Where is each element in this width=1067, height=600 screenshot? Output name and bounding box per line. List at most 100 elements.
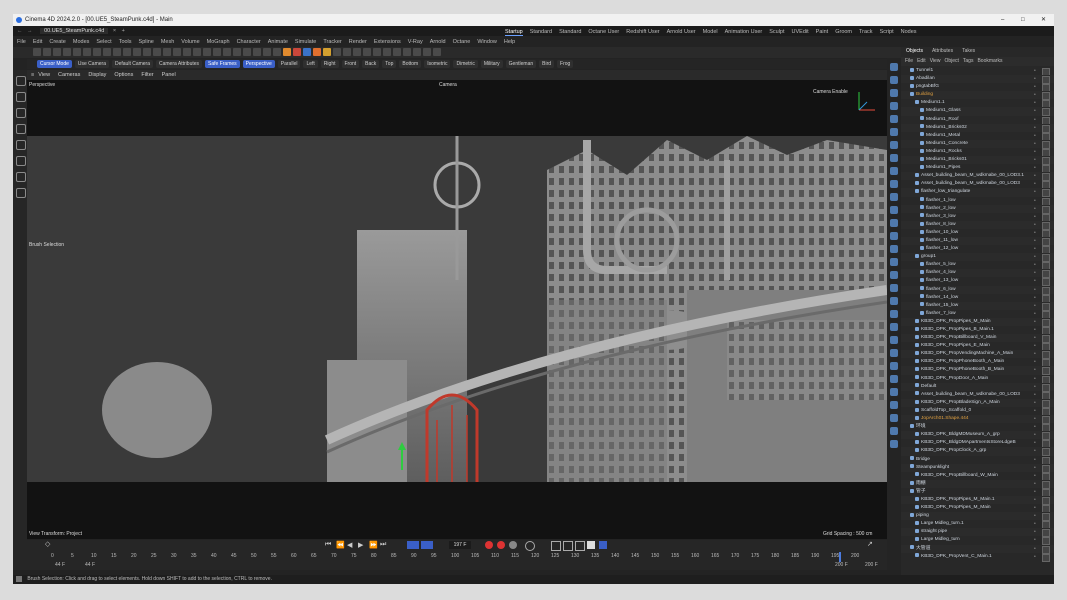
visibility-icon[interactable]: • xyxy=(1034,100,1040,106)
layout-tab[interactable]: Standard xyxy=(559,29,581,35)
next-key-icon[interactable]: ⏩ xyxy=(369,541,378,549)
mode-button[interactable]: Dimetric xyxy=(453,60,478,68)
menu-item[interactable]: Octane xyxy=(453,39,471,45)
camera-label[interactable]: Camera xyxy=(439,82,457,88)
panel-menu-item[interactable]: Tags xyxy=(963,58,974,64)
object-row[interactable]: 环境 • xyxy=(901,423,1054,433)
object-row[interactable]: 大管道 • xyxy=(901,544,1054,554)
text-icon[interactable] xyxy=(363,47,371,56)
visibility-icon[interactable]: • xyxy=(1034,384,1040,390)
octane-icon[interactable] xyxy=(283,47,291,56)
object-row[interactable]: straight pipe • xyxy=(901,528,1054,538)
mode-button[interactable]: Top xyxy=(382,60,397,68)
camera-enable-label[interactable]: Camera Enable xyxy=(813,89,848,95)
character-icon[interactable] xyxy=(890,297,898,305)
light-icon[interactable] xyxy=(213,47,221,56)
visibility-icon[interactable]: • xyxy=(1034,141,1040,147)
menu-item[interactable]: Modes xyxy=(73,39,90,45)
layer-icon[interactable] xyxy=(373,47,381,56)
visibility-icon[interactable]: • xyxy=(1034,376,1040,382)
material-icon[interactable] xyxy=(383,47,391,56)
visibility-icon[interactable]: • xyxy=(1034,76,1040,82)
visibility-icon[interactable]: • xyxy=(1034,473,1040,479)
visibility-icon[interactable]: • xyxy=(1034,529,1040,535)
object-row[interactable]: KB3D_DPK_PropDoor_A_Main • xyxy=(901,375,1054,384)
visibility-icon[interactable]: • xyxy=(1034,537,1040,543)
object-row[interactable]: KB3D_DPK_PropPipes_E_Main • xyxy=(901,342,1054,352)
forward-icon[interactable]: → xyxy=(27,28,33,34)
rotate-icon[interactable] xyxy=(16,108,26,118)
environment-icon[interactable] xyxy=(890,219,898,227)
render-view-icon[interactable] xyxy=(93,47,101,56)
menu-item[interactable]: Simulate xyxy=(295,39,316,45)
object-row[interactable]: flasher_2_low • xyxy=(901,204,1054,214)
close-icon[interactable]: ✕ xyxy=(1041,14,1046,26)
material-object-icon[interactable] xyxy=(890,362,898,370)
object-row[interactable]: flasher_5_low • xyxy=(901,261,1054,271)
visibility-icon[interactable]: • xyxy=(1034,92,1040,98)
bend-icon[interactable] xyxy=(333,47,341,56)
visibility-icon[interactable]: • xyxy=(1034,457,1040,463)
object-row[interactable]: KB3D_DPK_PropVendingMachine_A_Main • xyxy=(901,350,1054,360)
preview-end-field[interactable]: 200 F xyxy=(835,562,848,568)
back-icon[interactable]: ← xyxy=(17,28,23,34)
spline-icon[interactable] xyxy=(890,141,898,149)
brush-icon[interactable] xyxy=(16,140,26,150)
object-row[interactable]: Asset_building_beam_M_wdkmabe_00_LOD3 • xyxy=(901,180,1054,190)
object-row[interactable]: flasher_13_low • xyxy=(901,277,1054,287)
visibility-icon[interactable]: • xyxy=(1034,319,1040,325)
volume-icon[interactable] xyxy=(890,180,898,188)
mode-button[interactable]: Front xyxy=(341,60,360,68)
object-row[interactable]: KB3D_DPK_PropBladeSign_A_Main • xyxy=(901,398,1054,408)
snap-icon[interactable] xyxy=(233,47,241,56)
layout-icon[interactable] xyxy=(433,47,441,56)
render-region-icon[interactable] xyxy=(403,47,411,56)
dynamics-icon[interactable] xyxy=(890,349,898,357)
menu-item[interactable]: Tracker xyxy=(323,39,341,45)
scene-icon[interactable] xyxy=(193,47,201,56)
menu-item[interactable]: MoGraph xyxy=(207,39,230,45)
layout-tab[interactable]: Script xyxy=(880,29,894,35)
object-row[interactable]: Large Midleg_turn.1 • xyxy=(901,520,1054,530)
mode-button[interactable]: Camera Attributes xyxy=(156,60,203,68)
visibility-icon[interactable]: • xyxy=(1034,165,1040,171)
visibility-icon[interactable]: • xyxy=(1034,173,1040,179)
object-row[interactable]: 管子 • xyxy=(901,488,1054,497)
object-row[interactable]: Abadilan • xyxy=(901,75,1054,85)
layout-tab[interactable]: Standard xyxy=(530,29,552,35)
layout-tab[interactable]: Paint xyxy=(816,29,829,35)
visibility-icon[interactable]: • xyxy=(1034,189,1040,195)
panel-menu-item[interactable]: Edit xyxy=(917,58,926,64)
move-z-icon[interactable] xyxy=(73,47,81,56)
visibility-icon[interactable]: • xyxy=(1034,521,1040,527)
xref-icon[interactable] xyxy=(890,388,898,396)
quantize-icon[interactable] xyxy=(263,47,271,56)
undo-icon[interactable] xyxy=(33,47,41,56)
visibility-icon[interactable]: • xyxy=(1034,489,1040,495)
layout-tab[interactable]: UVEdit xyxy=(792,29,809,35)
key-rotation-icon[interactable] xyxy=(563,541,573,551)
object-row[interactable]: Medium1_Rocks • xyxy=(901,148,1054,157)
visibility-icon[interactable]: • xyxy=(1034,230,1040,236)
viewport-menu-item[interactable]: Cameras xyxy=(58,72,80,78)
scale-icon[interactable] xyxy=(16,124,26,134)
visibility-icon[interactable]: • xyxy=(1034,181,1040,187)
field-object-icon[interactable] xyxy=(890,167,898,175)
tab-close-icon[interactable]: × xyxy=(113,28,116,34)
prev-frame-icon[interactable]: ◀ xyxy=(347,541,352,549)
visibility-icon[interactable]: • xyxy=(1034,432,1040,438)
visibility-icon[interactable]: • xyxy=(1034,84,1040,90)
menu-item[interactable]: Animate xyxy=(268,39,288,45)
deformer-object-icon[interactable] xyxy=(890,154,898,162)
panel-menu-item[interactable]: Object xyxy=(944,58,958,64)
panel-menu-item[interactable]: File xyxy=(905,58,913,64)
menu-item[interactable]: Edit xyxy=(33,39,42,45)
mode-button[interactable]: Military xyxy=(480,60,503,68)
object-row[interactable]: Medium1_Bricks02 • xyxy=(901,123,1054,133)
object-row[interactable]: flasher_12_low • xyxy=(901,245,1054,255)
visibility-icon[interactable]: • xyxy=(1034,465,1040,471)
object-row[interactable]: Building • xyxy=(901,91,1054,101)
visibility-icon[interactable]: • xyxy=(1034,351,1040,357)
range-end-field[interactable]: 200 F xyxy=(865,562,878,568)
render-active-icon[interactable] xyxy=(413,47,421,56)
